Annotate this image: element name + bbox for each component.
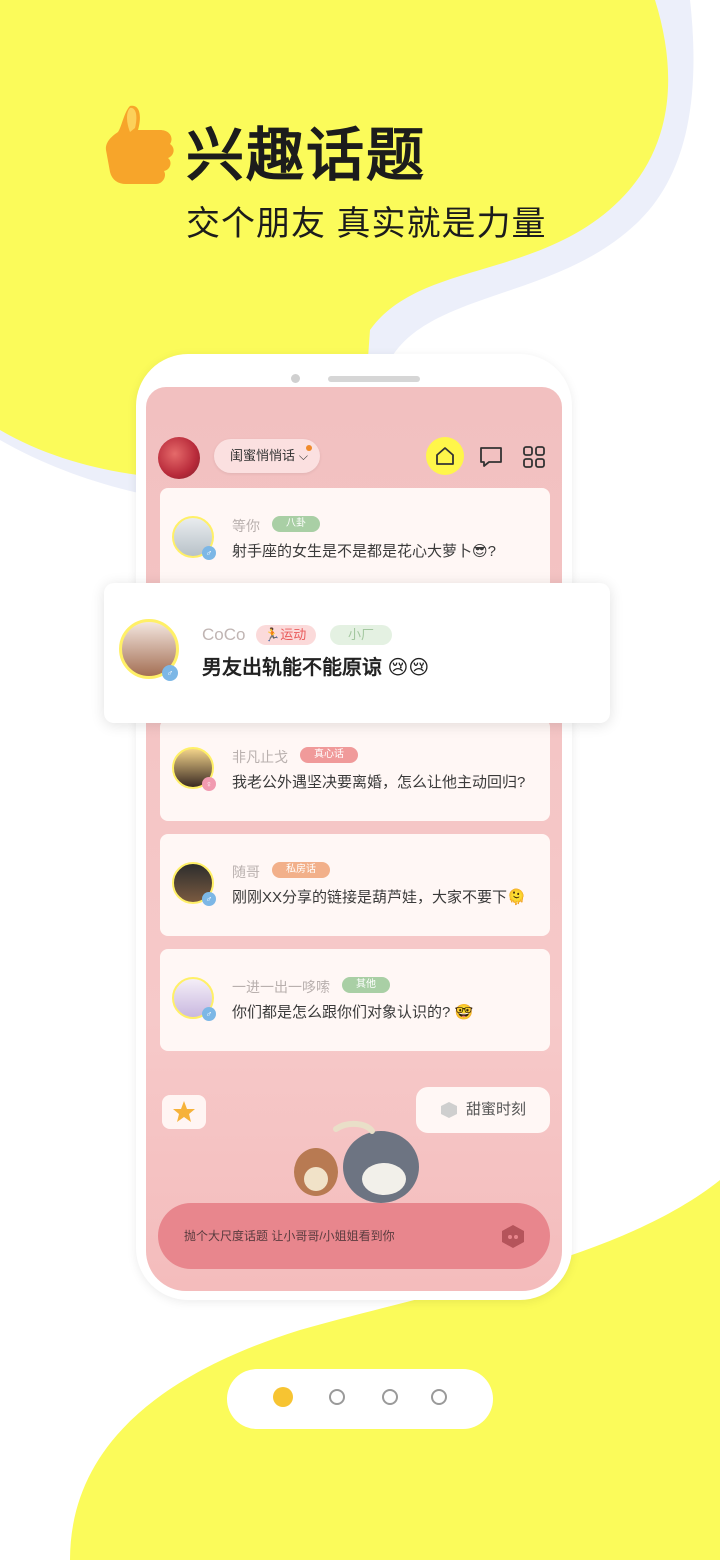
page-indicator [227, 1369, 493, 1429]
post-text: 刚刚XX分享的链接是葫芦娃，大家不要下🫠 [232, 889, 526, 906]
grid-button[interactable] [514, 437, 552, 475]
tag-sport-label: 运动 [280, 627, 307, 642]
male-gender-icon: ♂ [202, 1007, 216, 1021]
phone-frame: 闺蜜悄悄话 ⌵ ♂ 等你 八卦 射手座的女生是不是都是花心大萝卜😎? ♀ 非凡止… [136, 354, 572, 1300]
topic-tag-sport[interactable]: 🏃运动 [256, 625, 317, 645]
home-icon [436, 447, 454, 465]
phone-camera [291, 374, 300, 383]
sweet-moment-label: 甜蜜时刻 [466, 1101, 527, 1118]
chevron-down-icon: ⌵ [298, 449, 308, 463]
username: 非凡止戈 [232, 749, 288, 765]
message-icon [480, 447, 502, 467]
male-gender-icon: ♂ [162, 665, 178, 681]
page-dot-4[interactable] [431, 1389, 447, 1405]
username: 一进一出一哆嗦 [232, 979, 330, 995]
male-gender-icon: ♂ [202, 546, 216, 560]
topic-tag[interactable]: 私房话 [272, 862, 330, 878]
topic-tag[interactable]: 八卦 [272, 516, 320, 532]
message-button[interactable] [471, 437, 509, 475]
run-icon: 🏃 [264, 627, 281, 642]
phone-speaker [328, 376, 420, 382]
cube-icon [441, 1102, 457, 1118]
app-screen: 闺蜜悄悄话 ⌵ ♂ 等你 八卦 射手座的女生是不是都是花心大萝卜😎? ♀ 非凡止… [146, 387, 562, 1291]
page-dot-3[interactable] [382, 1389, 398, 1405]
cube-send-icon[interactable] [500, 1223, 526, 1249]
thumbs-up-icon [100, 102, 178, 190]
post-text: 你们都是怎么跟你们对象认识的? 🤓 [232, 1004, 474, 1021]
grid-icon [523, 446, 545, 468]
cartoon-illustration [294, 1121, 419, 1203]
star-icon [173, 1101, 195, 1122]
home-button[interactable] [426, 437, 464, 475]
post-text: 射手座的女生是不是都是花心大萝卜😎? [232, 543, 496, 560]
male-gender-icon: ♂ [202, 892, 216, 906]
sweet-moment-button[interactable]: 甜蜜时刻 [416, 1087, 550, 1133]
username: 随哥 [232, 864, 260, 880]
topic-tag[interactable]: 其他 [342, 977, 390, 993]
hero-subtitle: 交个朋友 真实就是力量 [186, 205, 547, 243]
profile-avatar[interactable] [158, 437, 200, 479]
topic-input[interactable]: 抛个大尺度话题 让小哥哥/小姐姐看到你 [158, 1203, 550, 1269]
username: 等你 [232, 518, 260, 534]
post-card[interactable]: ♀ 非凡止戈 真心话 我老公外遇坚决要离婚，怎么让他主动回归? [160, 719, 550, 821]
favorite-button[interactable] [162, 1095, 206, 1129]
featured-post-card[interactable]: ♂ CoCo 🏃运动 小厂 男友出轨能不能原谅 😢😢 [104, 583, 610, 723]
topic-tag[interactable]: 真心话 [300, 747, 358, 763]
post-card[interactable]: ♂ 随哥 私房话 刚刚XX分享的链接是葫芦娃，大家不要下🫠 [160, 834, 550, 936]
topic-tag-factory[interactable]: 小厂 [330, 625, 393, 645]
female-gender-icon: ♀ [202, 777, 216, 791]
featured-post-text: 男友出轨能不能原谅 😢😢 [202, 657, 430, 679]
post-text: 我老公外遇坚决要离婚，怎么让他主动回归? [232, 774, 526, 791]
channel-label: 闺蜜悄悄话 [230, 448, 296, 463]
notification-dot [306, 445, 312, 451]
page-dot-1[interactable] [273, 1387, 293, 1407]
post-card[interactable]: ♂ 一进一出一哆嗦 其他 你们都是怎么跟你们对象认识的? 🤓 [160, 949, 550, 1051]
username: CoCo [202, 625, 246, 644]
topic-input-placeholder: 抛个大尺度话题 让小哥哥/小姐姐看到你 [184, 1229, 395, 1243]
post-card[interactable]: ♂ 等你 八卦 射手座的女生是不是都是花心大萝卜😎? [160, 488, 550, 590]
channel-selector[interactable]: 闺蜜悄悄话 ⌵ [214, 439, 320, 473]
hero-title: 兴趣话题 [186, 123, 427, 188]
page-dot-2[interactable] [329, 1389, 345, 1405]
